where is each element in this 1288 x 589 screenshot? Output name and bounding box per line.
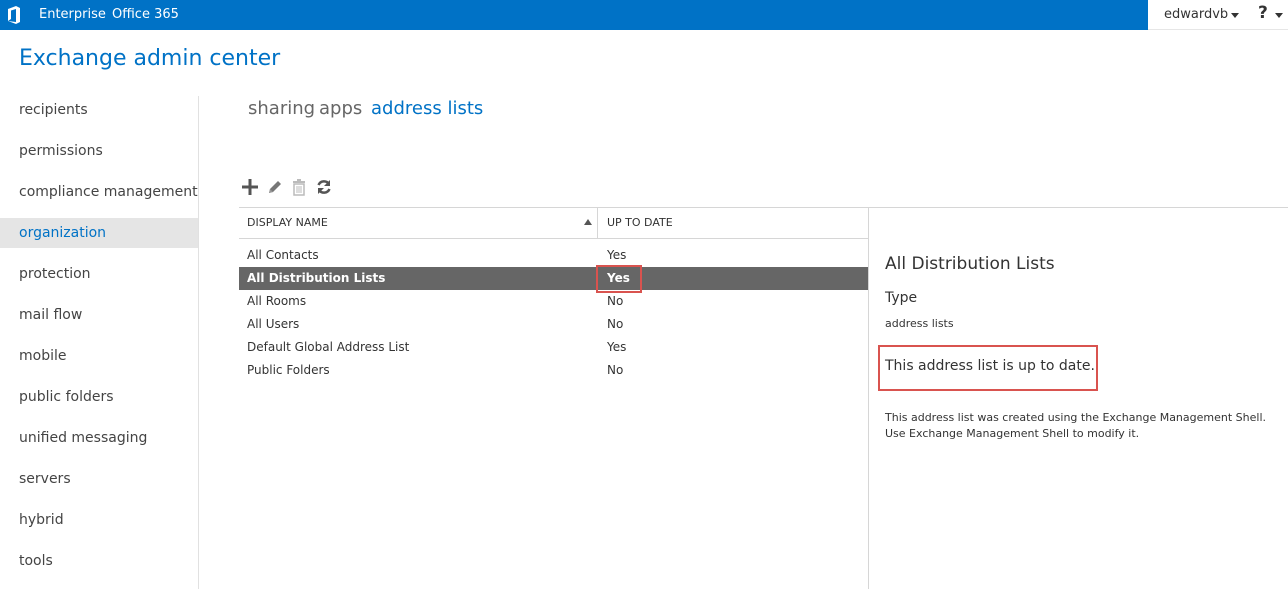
list-header-bottom-border <box>239 238 868 239</box>
help-icon[interactable]: ? <box>1258 3 1268 23</box>
column-separator <box>597 208 598 238</box>
nav-item-compliance-management[interactable]: compliance management <box>0 177 198 207</box>
details-type-label: Type <box>885 290 918 306</box>
details-status: This address list is up to date. <box>885 358 1095 374</box>
row-up-to-date: No <box>607 363 624 377</box>
tab-apps[interactable]: apps <box>319 98 362 119</box>
edit-icon[interactable] <box>266 178 284 196</box>
table-row[interactable]: Public Folders No <box>239 359 868 382</box>
row-display-name: All Distribution Lists <box>247 271 386 285</box>
office365-link[interactable]: Office 365 <box>112 7 179 22</box>
column-header-up-to-date[interactable]: UP TO DATE <box>607 216 673 229</box>
user-area: edwardvb ? <box>1148 0 1288 30</box>
nav-item-mail-flow[interactable]: mail flow <box>0 300 198 330</box>
nav-item-permissions[interactable]: permissions <box>0 136 198 166</box>
nav-item-mobile[interactable]: mobile <box>0 341 198 371</box>
row-up-to-date: Yes <box>607 340 627 354</box>
tab-address-lists[interactable]: address lists <box>371 98 483 119</box>
list-header-top-border <box>239 207 1288 208</box>
row-up-to-date: Yes <box>607 248 627 262</box>
user-menu[interactable]: edwardvb <box>1164 7 1228 22</box>
row-display-name: All Contacts <box>247 248 319 262</box>
chevron-down-icon[interactable] <box>1231 13 1239 18</box>
details-note: This address list was created using the … <box>885 411 1266 440</box>
left-nav: recipients permissions compliance manage… <box>0 90 198 589</box>
nav-item-protection[interactable]: protection <box>0 259 198 289</box>
nav-item-tools[interactable]: tools <box>0 546 198 576</box>
table-row[interactable]: All Users No <box>239 313 868 336</box>
column-header-display-name[interactable]: DISPLAY NAME <box>247 216 328 229</box>
row-display-name: Public Folders <box>247 363 330 377</box>
table-row[interactable]: Default Global Address List Yes <box>239 336 868 359</box>
refresh-icon[interactable] <box>315 178 333 196</box>
details-type-value: address lists <box>885 317 954 330</box>
top-bar: Enterprise Office 365 edwardvb ? <box>0 0 1288 30</box>
app-title: Exchange admin center <box>19 46 281 71</box>
details-pane-divider <box>868 208 869 589</box>
nav-divider <box>198 96 199 589</box>
annotation-highlight-box <box>596 265 642 293</box>
nav-item-public-folders[interactable]: public folders <box>0 382 198 412</box>
sort-ascending-icon[interactable] <box>584 219 592 225</box>
nav-item-servers[interactable]: servers <box>0 464 198 494</box>
nav-item-organization[interactable]: organization <box>0 218 198 248</box>
table-row[interactable]: All Rooms No <box>239 290 868 313</box>
row-display-name: All Users <box>247 317 300 331</box>
tab-sharing[interactable]: sharing <box>248 98 315 119</box>
row-display-name: Default Global Address List <box>247 340 410 354</box>
nav-item-recipients[interactable]: recipients <box>0 95 198 125</box>
row-up-to-date: No <box>607 294 624 308</box>
add-icon[interactable] <box>241 178 259 196</box>
row-up-to-date: No <box>607 317 624 331</box>
row-display-name: All Rooms <box>247 294 307 308</box>
nav-item-unified-messaging[interactable]: unified messaging <box>0 423 198 453</box>
delete-icon[interactable] <box>290 178 308 196</box>
nav-item-hybrid[interactable]: hybrid <box>0 505 198 535</box>
enterprise-link[interactable]: Enterprise <box>39 7 106 22</box>
office-logo-icon[interactable] <box>6 6 22 24</box>
chevron-down-icon[interactable] <box>1275 13 1283 18</box>
table-row-selected[interactable]: All Distribution Lists Yes <box>239 267 868 290</box>
details-title: All Distribution Lists <box>885 254 1055 274</box>
table-row[interactable]: All Contacts Yes <box>239 244 868 267</box>
